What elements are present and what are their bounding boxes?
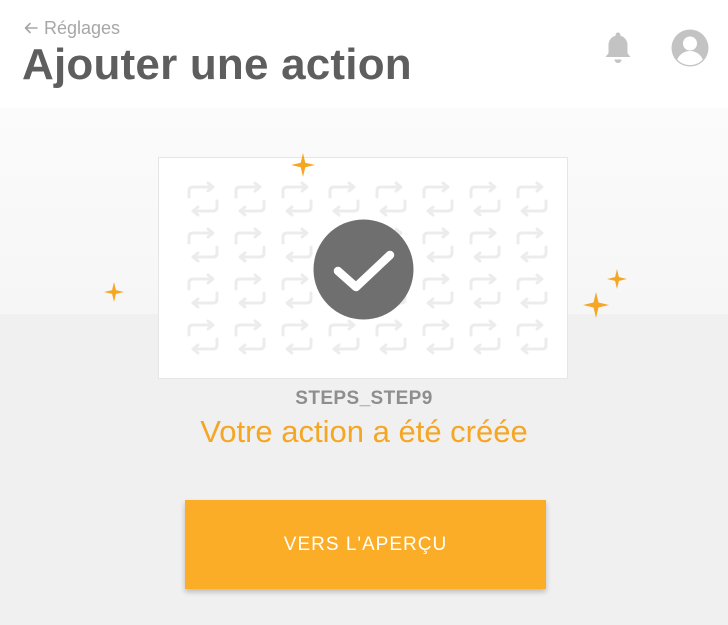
repeat-arrows-icon (187, 227, 219, 263)
arrow-left-icon (24, 22, 38, 34)
repeat-arrows-icon (469, 273, 501, 309)
repeat-arrows-icon (281, 319, 313, 355)
repeat-arrows-icon (234, 273, 266, 309)
repeat-arrows-icon (516, 319, 548, 355)
repeat-arrows-icon (281, 273, 313, 309)
repeat-arrows-icon (516, 181, 548, 217)
repeat-arrows-icon (469, 181, 501, 217)
repeat-arrows-icon (375, 319, 407, 355)
checkmark-icon (313, 219, 414, 320)
repeat-arrows-icon (234, 227, 266, 263)
repeat-arrows-icon (469, 227, 501, 263)
repeat-arrows-icon (328, 319, 360, 355)
repeat-arrows-icon (328, 181, 360, 217)
page-header: Réglages Ajouter une action (0, 0, 728, 108)
sparkle-icon (104, 282, 124, 302)
step-label: STEPS_STEP9 (295, 388, 433, 409)
repeat-arrows-icon (281, 181, 313, 217)
sparkle-icon (291, 153, 315, 177)
repeat-arrows-icon (187, 181, 219, 217)
main-content: STEPS_STEP9 Votre action a été créée VER… (0, 108, 728, 625)
repeat-arrows-icon (422, 227, 454, 263)
back-link[interactable]: Réglages (24, 16, 120, 40)
page-title: Ajouter une action (22, 40, 412, 89)
sparkle-icon (583, 292, 609, 318)
repeat-arrows-icon (187, 319, 219, 355)
repeat-arrows-icon (422, 319, 454, 355)
repeat-arrows-icon (516, 227, 548, 263)
user-avatar-icon[interactable] (670, 28, 710, 68)
bell-icon[interactable] (602, 30, 634, 66)
repeat-arrows-icon (234, 181, 266, 217)
repeat-arrows-icon (469, 319, 501, 355)
back-link-label: Réglages (44, 17, 121, 38)
repeat-arrows-icon (375, 181, 407, 217)
sparkle-icon (607, 269, 627, 289)
success-message: Votre action a été créée (200, 414, 528, 449)
repeat-arrows-icon (516, 273, 548, 309)
repeat-arrows-icon (234, 319, 266, 355)
go-to-preview-button[interactable]: VERS L'APERÇU (185, 500, 546, 589)
repeat-arrows-icon (422, 181, 454, 217)
repeat-arrows-icon (422, 273, 454, 309)
repeat-arrows-icon (187, 273, 219, 309)
repeat-arrows-icon (281, 227, 313, 263)
